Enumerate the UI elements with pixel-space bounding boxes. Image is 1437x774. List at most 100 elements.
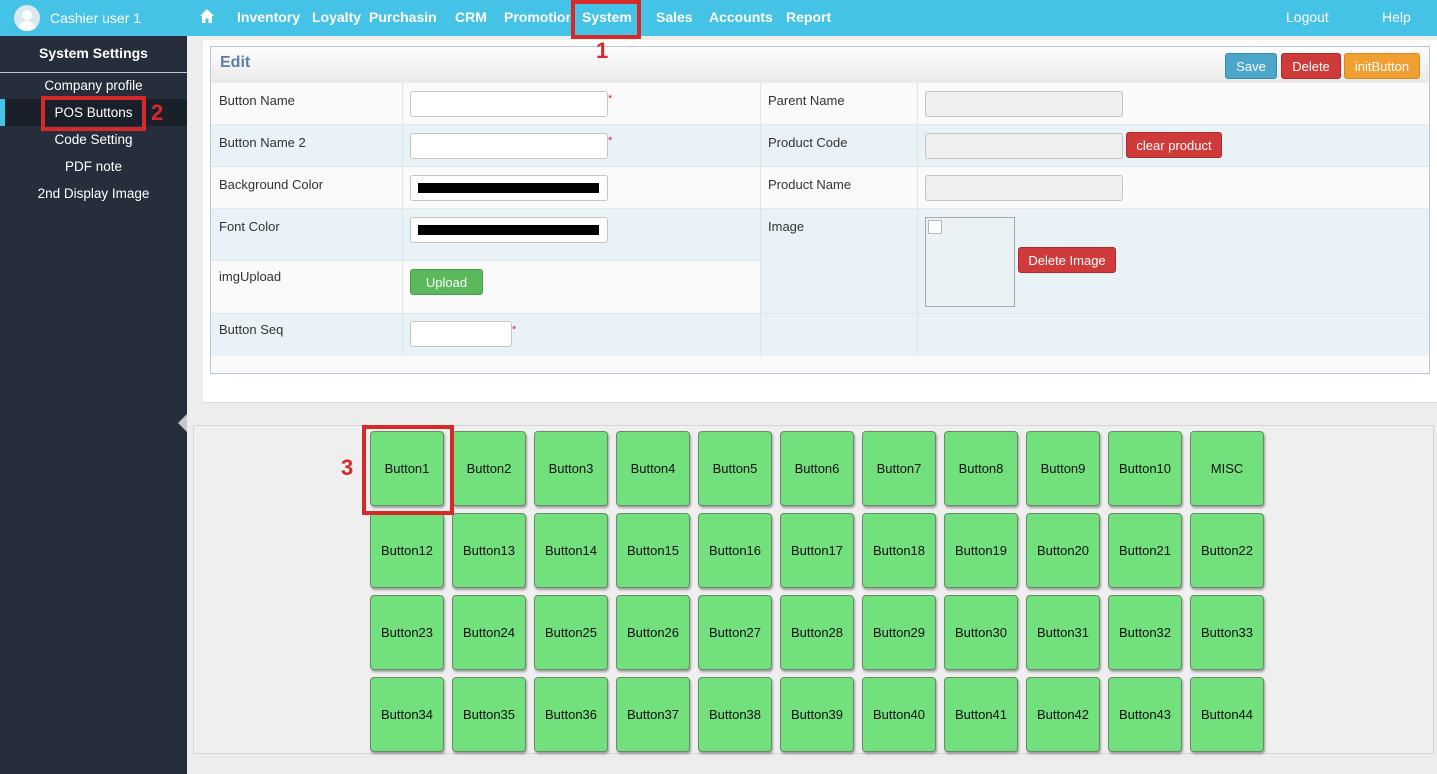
callout-box-system bbox=[571, 0, 641, 39]
pos-button[interactable]: Button33 bbox=[1190, 595, 1264, 670]
pos-button[interactable]: Button28 bbox=[780, 595, 854, 670]
pos-button[interactable]: Button14 bbox=[534, 513, 608, 588]
pos-button[interactable]: Button8 bbox=[944, 431, 1018, 506]
pos-button[interactable]: Button10 bbox=[1108, 431, 1182, 506]
save-button[interactable]: Save bbox=[1225, 53, 1277, 79]
pos-button[interactable]: Button7 bbox=[862, 431, 936, 506]
pos-button[interactable]: Button26 bbox=[616, 595, 690, 670]
edit-panel: Edit Save Delete initButton Button Name … bbox=[210, 46, 1430, 374]
clear-product-button[interactable]: clear product bbox=[1126, 132, 1222, 158]
font-color-label: Font Color bbox=[219, 219, 280, 234]
pos-button[interactable]: Button4 bbox=[616, 431, 690, 506]
pos-button[interactable]: Button24 bbox=[452, 595, 526, 670]
button-name-input[interactable] bbox=[410, 91, 608, 117]
pos-button[interactable]: Button34 bbox=[370, 677, 444, 752]
pos-button[interactable]: Button40 bbox=[862, 677, 936, 752]
pos-button[interactable]: Button41 bbox=[944, 677, 1018, 752]
nav-accounts[interactable]: Accounts bbox=[709, 0, 773, 36]
pos-button[interactable]: Button6 bbox=[780, 431, 854, 506]
pos-button[interactable]: Button15 bbox=[616, 513, 690, 588]
home-icon[interactable] bbox=[199, 8, 215, 24]
pos-button[interactable]: Button27 bbox=[698, 595, 772, 670]
pos-button[interactable]: Button30 bbox=[944, 595, 1018, 670]
pos-button[interactable]: Button3 bbox=[534, 431, 608, 506]
nav-report[interactable]: Report bbox=[786, 0, 831, 36]
product-code-input[interactable] bbox=[925, 133, 1123, 159]
button-name-label: Button Name bbox=[219, 93, 295, 108]
logout-link[interactable]: Logout bbox=[1286, 0, 1329, 36]
delete-button[interactable]: Delete bbox=[1281, 53, 1341, 79]
pos-button[interactable]: Button43 bbox=[1108, 677, 1182, 752]
pos-button[interactable]: Button29 bbox=[862, 595, 936, 670]
broken-image-icon bbox=[928, 220, 942, 234]
parent-name-label: Parent Name bbox=[768, 93, 845, 108]
required-mark: * bbox=[608, 135, 613, 147]
parent-name-input[interactable] bbox=[925, 91, 1123, 117]
pos-button[interactable]: Button22 bbox=[1190, 513, 1264, 588]
button-name-2-input[interactable] bbox=[410, 133, 608, 159]
background-color-swatch bbox=[418, 183, 599, 193]
button-seq-label: Button Seq bbox=[219, 322, 284, 337]
pos-button[interactable]: Button21 bbox=[1108, 513, 1182, 588]
form-row: Background Color Product Name bbox=[211, 167, 1429, 209]
callout-number-1: 1 bbox=[596, 38, 609, 63]
form-row: Font Color bbox=[211, 209, 760, 261]
nav-purchasing[interactable]: Purchasing bbox=[369, 0, 437, 36]
pos-button[interactable]: Button23 bbox=[370, 595, 444, 670]
sidebar-item-company-profile[interactable]: Company profile bbox=[0, 72, 187, 99]
button-name-2-label: Button Name 2 bbox=[219, 135, 306, 150]
user-menu[interactable]: Cashier user 1 bbox=[0, 0, 187, 36]
pos-button[interactable]: Button32 bbox=[1108, 595, 1182, 670]
pos-button[interactable]: Button44 bbox=[1190, 677, 1264, 752]
nav-sales[interactable]: Sales bbox=[656, 0, 693, 36]
product-name-input[interactable] bbox=[925, 175, 1123, 201]
img-upload-label: imgUpload bbox=[219, 269, 282, 284]
nav-promotion[interactable]: Promotion bbox=[504, 0, 570, 36]
pos-button[interactable]: Button13 bbox=[452, 513, 526, 588]
help-link[interactable]: Help bbox=[1382, 0, 1411, 36]
pos-button[interactable]: Button37 bbox=[616, 677, 690, 752]
callout-box-pos-buttons bbox=[41, 96, 146, 131]
pos-button[interactable]: Button42 bbox=[1026, 677, 1100, 752]
image-label: Image bbox=[768, 219, 805, 234]
callout-box-button1 bbox=[362, 425, 454, 515]
pos-button[interactable]: Button20 bbox=[1026, 513, 1100, 588]
nav-crm[interactable]: CRM bbox=[455, 0, 487, 36]
form-row: Button Name * Parent Name bbox=[211, 83, 1429, 125]
pos-button[interactable]: Button5 bbox=[698, 431, 772, 506]
pos-button[interactable]: Button2 bbox=[452, 431, 526, 506]
edit-panel-header: Edit Save Delete initButton bbox=[211, 47, 1429, 83]
font-color-picker[interactable] bbox=[410, 217, 608, 243]
pos-button[interactable]: MISC bbox=[1190, 431, 1264, 506]
init-button[interactable]: initButton bbox=[1344, 53, 1420, 79]
callout-number-2: 2 bbox=[151, 100, 164, 125]
pos-button[interactable]: Button36 bbox=[534, 677, 608, 752]
pos-button[interactable]: Button16 bbox=[698, 513, 772, 588]
nav-loyalty[interactable]: Loyalty bbox=[312, 0, 361, 36]
form-row: imgUpload Upload bbox=[211, 261, 760, 314]
pos-button[interactable]: Button12 bbox=[370, 513, 444, 588]
sidebar-item-pdf-note[interactable]: PDF note bbox=[0, 153, 187, 180]
pos-button[interactable]: Button18 bbox=[862, 513, 936, 588]
pos-button[interactable]: Button39 bbox=[780, 677, 854, 752]
button-seq-input[interactable] bbox=[410, 321, 512, 347]
pos-button[interactable]: Button38 bbox=[698, 677, 772, 752]
form-row: Button Name 2 * Product Code clear produ… bbox=[211, 125, 1429, 167]
sidebar-item-2nd-display-image[interactable]: 2nd Display Image bbox=[0, 180, 187, 207]
pos-button[interactable]: Button35 bbox=[452, 677, 526, 752]
nav-inventory[interactable]: Inventory bbox=[237, 0, 300, 36]
required-mark: * bbox=[512, 324, 517, 336]
image-cell: Image Delete Image bbox=[760, 209, 1429, 314]
delete-image-button[interactable]: Delete Image bbox=[1018, 247, 1116, 273]
top-nav-bar: Cashier user 1 Inventory Loyalty Purchas… bbox=[0, 0, 1437, 36]
sidebar-collapse-handle[interactable] bbox=[178, 414, 187, 432]
upload-button[interactable]: Upload bbox=[410, 269, 483, 295]
pos-button[interactable]: Button31 bbox=[1026, 595, 1100, 670]
pos-button[interactable]: Button19 bbox=[944, 513, 1018, 588]
pos-button[interactable]: Button9 bbox=[1026, 431, 1100, 506]
required-mark: * bbox=[608, 93, 613, 105]
pos-button[interactable]: Button25 bbox=[534, 595, 608, 670]
background-color-picker[interactable] bbox=[410, 175, 608, 201]
column-divider bbox=[917, 83, 918, 356]
pos-button[interactable]: Button17 bbox=[780, 513, 854, 588]
